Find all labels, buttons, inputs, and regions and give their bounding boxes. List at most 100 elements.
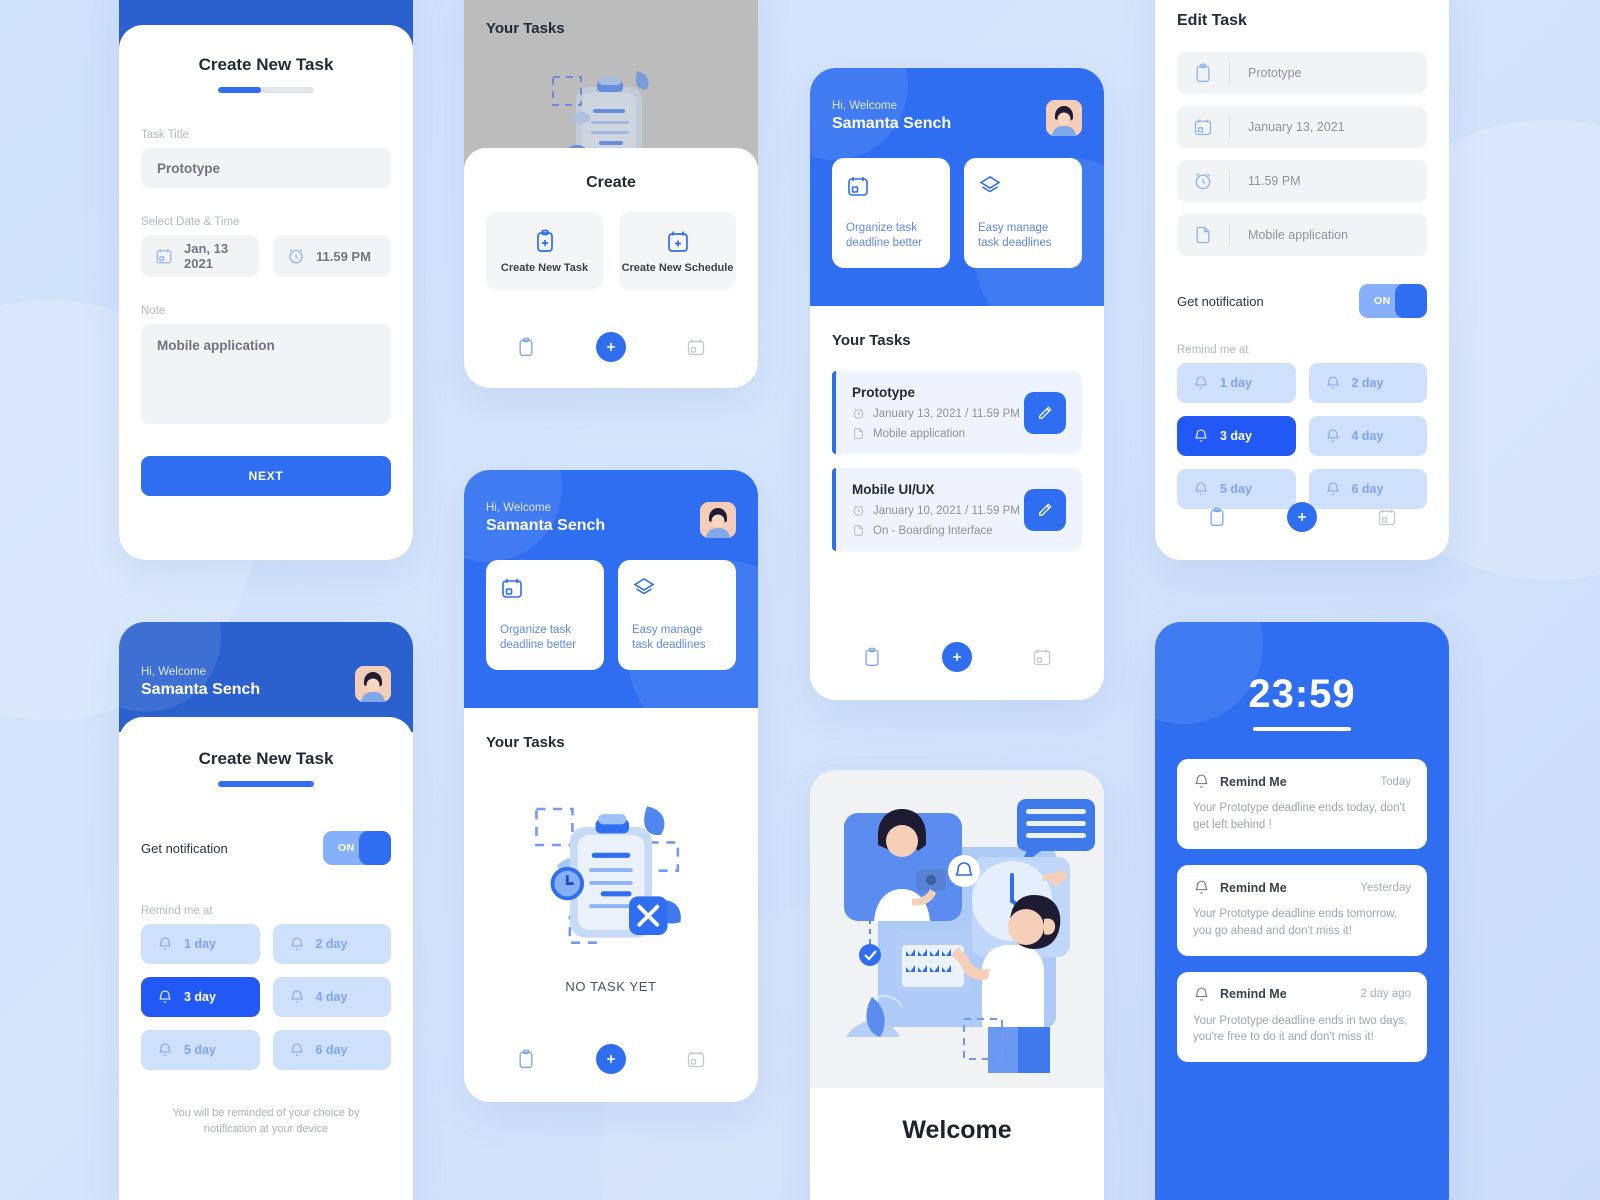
layers-icon (978, 174, 1068, 198)
feature-card-organize[interactable]: Organize task deadline better (832, 158, 950, 268)
add-button[interactable] (942, 642, 972, 672)
remind-chip-5day[interactable]: 5 day (141, 1030, 260, 1070)
bottom-nav (832, 642, 1082, 672)
footer-note: You will be reminded of your choice by n… (172, 1107, 360, 1135)
create-new-schedule-option[interactable]: Create New Schedule (619, 212, 736, 290)
table-row[interactable]: Prototype January 13, 2021 / 11.59 PM Mo… (832, 371, 1082, 454)
clipboard-icon[interactable] (516, 337, 536, 357)
list-item[interactable]: Remind Me Yesterday Your Prototype deadl… (1177, 865, 1427, 956)
bell-icon (157, 1042, 173, 1058)
bell-icon (1193, 481, 1209, 497)
remind-chip-2day[interactable]: 2 day (1308, 363, 1427, 403)
page-title: Create New Task (198, 55, 334, 74)
file-icon (852, 524, 865, 537)
user-name: Samanta Sench (832, 115, 952, 132)
screen-create-new-task: Create New Task Task Title Prototype Sel… (119, 0, 413, 560)
settings-card: Create New Task Get notification ON Remi… (119, 717, 413, 1200)
edit-field-title[interactable]: Prototype (1177, 52, 1427, 94)
file-icon (852, 427, 865, 440)
bottom-nav (1177, 502, 1427, 532)
remind-chip-1day[interactable]: 1 day (141, 924, 260, 964)
add-button[interactable] (1287, 502, 1317, 532)
bell-icon (1325, 481, 1341, 497)
bell-icon (1193, 375, 1209, 391)
remind-chip-6day[interactable]: 6 day (272, 1030, 391, 1070)
calendar-icon[interactable] (686, 337, 706, 357)
time-picker[interactable]: 11.59 PM (273, 235, 391, 277)
remind-chip-2day[interactable]: 2 day (272, 924, 391, 964)
edit-task-button[interactable] (1024, 488, 1066, 531)
create-bottom-sheet: Create Create New Task Create New Schedu… (464, 148, 758, 388)
tasks-panel: Your Tasks NO TASK YET (464, 708, 758, 1102)
calendar-icon[interactable] (1032, 647, 1052, 667)
remind-chip-4day[interactable]: 4 day (1308, 416, 1427, 456)
edit-field-date[interactable]: January 13, 2021 (1177, 106, 1427, 148)
feature-card-manage[interactable]: Easy manage task deadlines (964, 158, 1082, 268)
remind-chip-3day[interactable]: 3 day (1177, 416, 1296, 456)
bottom-nav (486, 332, 736, 362)
clipboard-icon[interactable] (516, 1049, 536, 1069)
plus-icon (603, 339, 619, 355)
remind-options: 1 day 2 day 3 day 4 day 5 day 6 day (1177, 363, 1427, 509)
bell-icon (1193, 428, 1209, 444)
task-title-input[interactable]: Prototype (141, 148, 391, 188)
chip-label: 5 day (184, 1043, 216, 1057)
add-button[interactable] (596, 1044, 626, 1074)
avatar[interactable] (700, 502, 736, 538)
list-item[interactable]: Remind Me 2 day ago Your Prototype deadl… (1177, 971, 1427, 1063)
chip-label: 4 day (315, 990, 348, 1004)
remind-chip-3day[interactable]: 3 day (141, 977, 260, 1017)
feature-card-manage[interactable]: Easy manage task deadlines (618, 560, 736, 670)
reminder-time: Yesterday (1360, 881, 1411, 894)
calendar-icon[interactable] (686, 1049, 706, 1069)
chip-label: 6 day (1351, 482, 1384, 496)
screen-welcome: Welcome (810, 770, 1104, 1200)
calendar-icon (155, 247, 173, 265)
add-button[interactable] (596, 332, 626, 362)
task-title-label: Task Title (141, 129, 189, 141)
clipboard-icon (1177, 63, 1229, 83)
screen-create-sheet: Your Tasks Create Create New Task Create… (464, 0, 758, 388)
note-textarea[interactable]: Mobile application (141, 324, 391, 424)
plus-icon (949, 649, 965, 665)
reminder-time: 2 day ago (1360, 988, 1411, 1001)
task-datetime: January 10, 2021 / 11.59 PM (852, 504, 1020, 517)
create-new-task-option[interactable]: Create New Task (486, 212, 603, 290)
clipboard-icon[interactable] (1207, 507, 1227, 527)
avatar[interactable] (1046, 100, 1082, 136)
greeting-text: Hi, Welcome (486, 502, 551, 514)
layers-icon (632, 576, 722, 600)
calendar-icon[interactable] (1377, 507, 1397, 527)
get-notification-label: Get notification (1177, 293, 1264, 309)
date-picker[interactable]: Jan, 13 2021 (141, 235, 259, 277)
next-button[interactable]: NEXT (141, 456, 391, 496)
welcome-header: Hi, Welcome Samanta Sench (119, 622, 413, 732)
feature-card-organize[interactable]: Organize task deadline better (486, 560, 604, 670)
remind-chip-4day[interactable]: 4 day (272, 977, 391, 1017)
table-row[interactable]: Mobile UI/UX January 10, 2021 / 11.59 PM… (832, 468, 1082, 551)
clipboard-icon[interactable] (862, 647, 882, 667)
task-note: On - Boarding Interface (852, 524, 1020, 537)
option-label: Create New Task (500, 261, 589, 274)
welcome-header: Hi, Welcome Samanta Sench Organize task … (810, 68, 1104, 306)
clipboard-plus-icon (533, 229, 557, 253)
note-label: Note (141, 305, 166, 317)
edit-field-note[interactable]: Mobile application (1177, 214, 1427, 256)
notification-toggle[interactable]: ON (1359, 284, 1427, 318)
edit-task-button[interactable] (1024, 391, 1066, 434)
remind-chip-1day[interactable]: 1 day (1177, 363, 1296, 403)
tasks-heading: Your Tasks (832, 332, 911, 349)
edit-field-time[interactable]: 11.59 PM (1177, 160, 1427, 202)
empty-task-illustration (486, 791, 736, 971)
tasks-panel: Your Tasks Prototype January 13, 2021 / … (810, 306, 1104, 700)
task-list: Prototype January 13, 2021 / 11.59 PM Mo… (832, 371, 1082, 551)
chip-label: 2 day (1351, 376, 1384, 390)
avatar[interactable] (355, 666, 391, 702)
list-item[interactable]: Remind Me Today Your Prototype deadline … (1177, 759, 1427, 850)
bell-icon (289, 1042, 305, 1058)
bell-icon (289, 936, 305, 952)
create-options: Create New Task Create New Schedule (486, 212, 736, 290)
notification-toggle[interactable]: ON (323, 831, 391, 865)
welcome-header: Hi, Welcome Samanta Sench Organize task … (464, 470, 758, 708)
bottom-nav (486, 1044, 736, 1074)
